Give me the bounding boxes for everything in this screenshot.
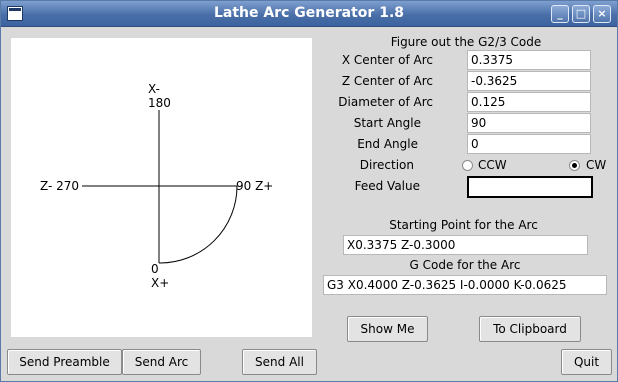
direction-label: Direction: [359, 158, 414, 172]
diameter-label: Diameter of Arc: [338, 95, 433, 109]
app-window: Lathe Arc Generator 1.8 _ □ × X- 180 Z- …: [0, 0, 618, 382]
start-point-heading: Starting Point for the Arc: [389, 218, 538, 232]
ccw-radio[interactable]: [462, 160, 473, 171]
cw-radio[interactable]: [569, 160, 580, 171]
start-point-output[interactable]: X0.3375 Z-0.3000: [343, 235, 588, 255]
ccw-label[interactable]: CCW: [478, 158, 507, 172]
x-0-label: 0: [151, 262, 159, 276]
x-180-label: 180: [148, 96, 171, 110]
z-minus-270-label: Z- 270: [40, 179, 80, 193]
diameter-input[interactable]: 0.125: [467, 92, 591, 112]
maximize-icon[interactable]: □: [572, 5, 590, 23]
z-center-input[interactable]: -0.3625: [467, 71, 591, 91]
start-angle-label: Start Angle: [353, 116, 421, 130]
gcode-heading: G Code for the Arc: [409, 258, 521, 272]
end-angle-input[interactable]: 0: [467, 134, 591, 154]
title-bar[interactable]: Lathe Arc Generator 1.8 _ □ ×: [1, 1, 617, 27]
gcode-output[interactable]: G3 X0.4000 Z-0.3625 I-0.0000 K-0.0625: [323, 275, 607, 295]
show-me-button[interactable]: Show Me: [347, 316, 428, 342]
send-arc-button[interactable]: Send Arc: [122, 349, 201, 375]
x-center-input[interactable]: 0.3375: [467, 50, 591, 70]
form-heading: Figure out the G2/3 Code: [390, 35, 542, 49]
window-title: Lathe Arc Generator 1.8: [214, 5, 404, 21]
x-minus-label: X-: [148, 82, 160, 96]
x-plus-label: X+: [151, 276, 170, 290]
z-plus-90-label: 90 Z+: [236, 179, 274, 193]
feed-input[interactable]: [467, 176, 593, 198]
end-angle-label: End Angle: [357, 137, 418, 151]
minimize-icon[interactable]: _: [551, 5, 569, 23]
arc-preview-canvas: X- 180 Z- 270 90 Z+ 0 X+: [11, 38, 312, 337]
cw-label[interactable]: CW: [586, 158, 606, 172]
send-all-button[interactable]: Send All: [242, 349, 317, 375]
z-center-label: Z Center of Arc: [341, 74, 433, 88]
to-clipboard-button[interactable]: To Clipboard: [479, 316, 581, 342]
send-preamble-button[interactable]: Send Preamble: [7, 349, 122, 375]
x-center-label: X Center of Arc: [341, 53, 433, 67]
start-angle-input[interactable]: 90: [467, 113, 591, 133]
feed-label: Feed Value: [354, 179, 420, 193]
close-icon[interactable]: ×: [593, 5, 611, 23]
quit-button[interactable]: Quit: [561, 349, 612, 375]
